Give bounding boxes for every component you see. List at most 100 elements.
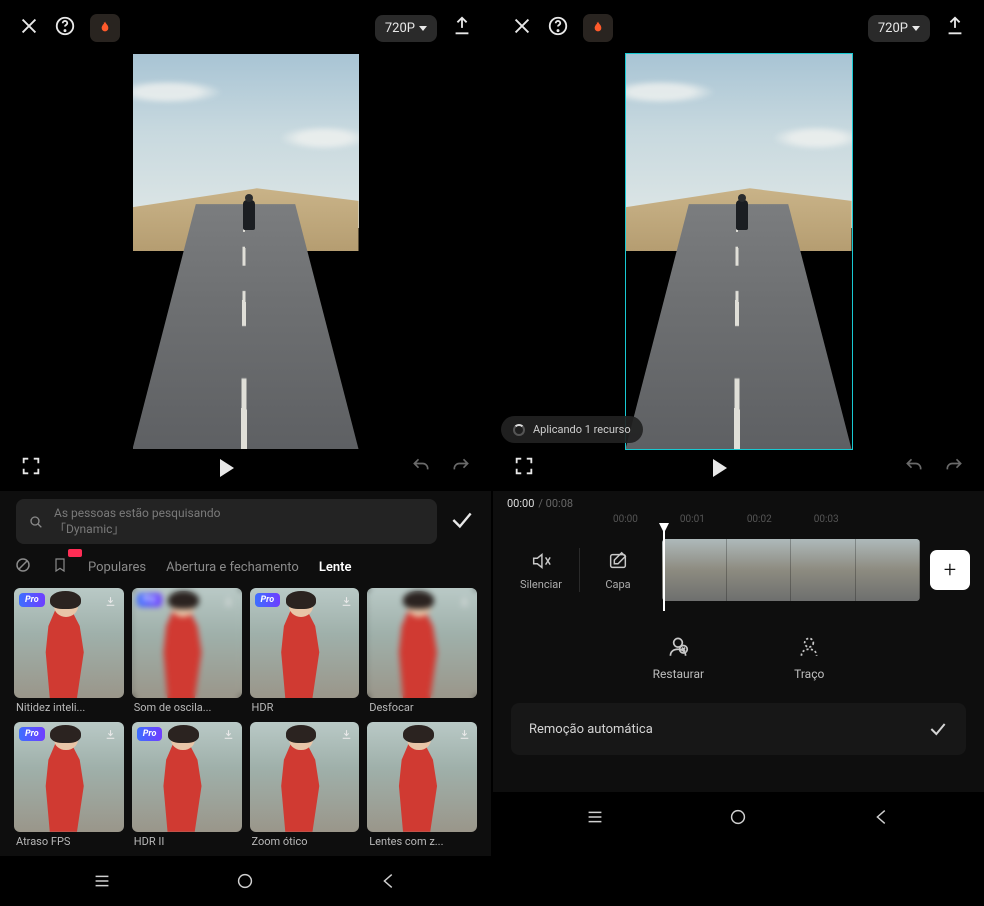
download-icon <box>338 727 354 743</box>
mute-button[interactable]: Silenciar <box>503 550 579 591</box>
search-icon <box>28 514 44 530</box>
effect-label: Lentes com z... <box>367 832 477 848</box>
resolution-selector[interactable]: 720P <box>868 15 930 42</box>
status-text: Aplicando 1 recurso <box>533 423 631 436</box>
resolution-label: 720P <box>878 21 908 36</box>
top-toolbar: 720P <box>493 0 984 50</box>
help-icon[interactable] <box>547 15 569 41</box>
transport-bar <box>0 455 491 491</box>
pro-badge: Pro <box>137 593 163 607</box>
video-clip[interactable] <box>662 539 920 601</box>
preview-frame[interactable] <box>626 54 852 449</box>
help-icon[interactable] <box>54 15 76 41</box>
effects-grid-2: ProAtraso FPSProHDR IIZoom óticoLentes c… <box>0 722 491 856</box>
video-preview <box>0 50 491 455</box>
favorites-tab[interactable] <box>52 556 68 578</box>
pro-badge: Pro <box>19 593 45 607</box>
resolution-label: 720P <box>385 21 415 36</box>
search-placeholder: As pessoas estão pesquisando 「Dynamic」 <box>54 506 220 537</box>
effect-label: Atraso FPS <box>14 832 124 848</box>
preview-frame[interactable] <box>133 54 359 449</box>
auto-remove-label: Remoção automática <box>529 722 653 737</box>
none-effect-icon[interactable] <box>14 556 32 578</box>
pro-badge: Pro <box>19 727 45 741</box>
effect-label: Nitidez inteli... <box>14 698 124 714</box>
back-button[interactable] <box>378 870 400 896</box>
android-navbar <box>0 856 491 906</box>
download-icon <box>338 593 354 609</box>
undo-icon[interactable] <box>411 456 431 480</box>
export-icon[interactable] <box>944 15 966 41</box>
fullscreen-icon[interactable] <box>513 455 535 481</box>
effect-thumb[interactable]: Pro <box>132 722 242 832</box>
ruler-tick: 00:01 <box>680 514 705 525</box>
confirm-button[interactable] <box>449 507 475 537</box>
clip-actions: Restaurar Traço <box>493 607 984 703</box>
android-navbar <box>493 792 984 842</box>
export-icon[interactable] <box>451 15 473 41</box>
effect-thumb[interactable]: Pro <box>14 588 124 698</box>
pro-badge: Pro <box>137 727 163 741</box>
effect-label: Zoom ótico <box>250 832 360 848</box>
effect-thumb[interactable]: Pro <box>132 588 242 698</box>
play-button[interactable] <box>220 459 234 477</box>
chevron-down-icon <box>419 26 427 31</box>
effects-panel: As pessoas estão pesquisando 「Dynamic」 P… <box>0 491 491 856</box>
playhead[interactable] <box>663 529 665 611</box>
effect-thumb[interactable]: Pro <box>14 722 124 832</box>
redo-icon[interactable] <box>451 456 471 480</box>
home-button[interactable] <box>234 870 256 896</box>
tab-populares[interactable]: Populares <box>88 560 146 575</box>
screen-timeline-panel: 720P Aplicando 1 recurso 00:00 / 00:08 0… <box>493 0 984 842</box>
effects-tabs: Populares Abertura e fechamento Lente <box>0 548 491 588</box>
tab-abertura[interactable]: Abertura e fechamento <box>166 560 299 575</box>
back-button[interactable] <box>871 806 893 832</box>
add-clip-button[interactable]: + <box>930 550 970 590</box>
close-icon[interactable] <box>18 15 40 41</box>
tab-lente[interactable]: Lente <box>319 560 352 575</box>
effects-grid: Pro Nitidez inteli... Pro Som de oscila... P… <box>0 588 491 722</box>
flame-icon[interactable] <box>90 14 120 42</box>
restore-button[interactable]: Restaurar <box>653 633 704 681</box>
download-icon <box>456 727 472 743</box>
ruler-tick: 00:02 <box>747 514 772 525</box>
download-icon <box>456 593 472 609</box>
download-icon <box>221 593 237 609</box>
auto-remove-row[interactable]: Remoção automática <box>511 703 966 755</box>
close-icon[interactable] <box>511 15 533 41</box>
mute-label: Silenciar <box>520 578 562 591</box>
transport-bar <box>493 455 984 491</box>
applying-status: Aplicando 1 recurso <box>501 416 643 443</box>
cover-button[interactable]: Capa <box>580 550 656 591</box>
fullscreen-icon[interactable] <box>20 455 42 481</box>
time-current: 00:00 <box>507 497 534 510</box>
resolution-selector[interactable]: 720P <box>375 15 437 42</box>
redo-icon[interactable] <box>944 456 964 480</box>
effect-thumb[interactable] <box>367 588 477 698</box>
flame-icon[interactable] <box>583 14 613 42</box>
effect-thumb[interactable] <box>367 722 477 832</box>
screen-effects-panel: 720P As pessoas estão pesquisando 「Dynam… <box>0 0 491 842</box>
time-total: / 00:08 <box>538 497 573 510</box>
stroke-label: Traço <box>794 667 824 681</box>
effect-label: Desfocar <box>367 698 477 714</box>
recents-button[interactable] <box>91 870 113 896</box>
effect-label: Som de oscila... <box>132 698 242 714</box>
ruler-tick: 00:00 <box>613 514 638 525</box>
video-preview: Aplicando 1 recurso <box>493 50 984 455</box>
recents-button[interactable] <box>584 806 606 832</box>
pro-badge: Pro <box>255 593 281 607</box>
home-button[interactable] <box>727 806 749 832</box>
undo-icon[interactable] <box>904 456 924 480</box>
timeline-panel: 00:00 / 00:08 00:00 00:01 00:02 00:03 Silen… <box>493 491 984 792</box>
search-input[interactable]: As pessoas estão pesquisando 「Dynamic」 <box>16 499 437 544</box>
effect-thumb[interactable]: Pro <box>250 588 360 698</box>
spinner-icon <box>513 424 525 436</box>
ruler-tick: 00:03 <box>814 514 839 525</box>
effect-thumb[interactable] <box>250 722 360 832</box>
play-button[interactable] <box>713 459 727 477</box>
stroke-button[interactable]: Traço <box>794 633 824 681</box>
check-icon <box>928 719 948 739</box>
top-toolbar: 720P <box>0 0 491 50</box>
timeline-ruler: 00:00 00:01 00:02 00:03 <box>493 512 984 533</box>
